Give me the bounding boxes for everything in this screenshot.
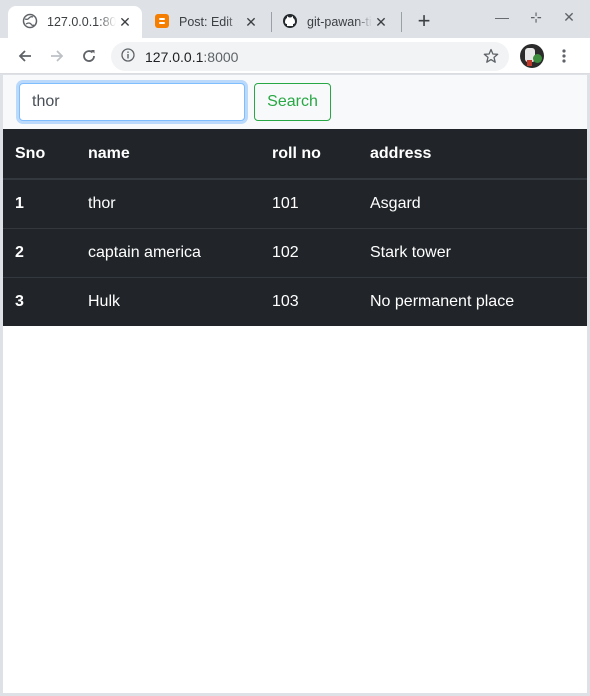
cell-name: captain america	[76, 227, 260, 277]
header-roll-no: roll no	[260, 129, 358, 180]
url-host: 127.0.0.1	[145, 48, 204, 65]
tab-title: git-pawan-tiwari	[307, 15, 372, 29]
cell-name: thor	[88, 194, 116, 212]
table-row: 2 captain america 102 Stark tower	[3, 227, 587, 277]
cell-roll-no: 102	[260, 227, 358, 277]
info-icon[interactable]	[121, 48, 135, 65]
reload-icon[interactable]	[76, 43, 102, 69]
url-text: 127.0.0.1:8000	[145, 49, 238, 65]
close-window-icon[interactable]: ✕	[558, 6, 580, 28]
close-tab-icon[interactable]: ✕	[116, 13, 134, 31]
browser-window: 127.0.0.1:8000 ✕ Post: Edit ✕ git-pawan-…	[0, 0, 590, 696]
tab-localhost[interactable]: 127.0.0.1:8000 ✕	[8, 6, 142, 38]
table-header-row: Sno name roll no address	[3, 129, 587, 180]
globe-icon	[22, 13, 38, 32]
header-sno: Sno	[3, 129, 76, 180]
tab-separator	[401, 12, 402, 32]
browser-toolbar: 127.0.0.1:8000	[0, 38, 590, 74]
header-address: address	[358, 129, 587, 180]
cell-sno: 1	[15, 194, 24, 212]
table-row: 3 Hulk 103 No permanent place	[3, 276, 587, 326]
profile-avatar[interactable]	[520, 44, 544, 68]
tab-github[interactable]: git-pawan-tiwari ✕	[274, 6, 398, 38]
tab-separator	[271, 12, 272, 32]
cell-address: Asgard	[370, 194, 421, 212]
maximize-icon[interactable]: ⊹	[525, 6, 547, 28]
back-arrow-icon[interactable]	[12, 43, 38, 69]
star-icon[interactable]	[483, 48, 499, 67]
forward-arrow-icon[interactable]	[44, 43, 70, 69]
cell-roll-no: 103	[260, 276, 358, 326]
blogger-icon	[154, 13, 170, 32]
header-name: name	[76, 129, 260, 180]
search-button[interactable]: Search	[254, 83, 331, 121]
page-viewport: Search Sno name roll no address 1 thor 1…	[3, 75, 587, 693]
cell-sno: 2	[3, 227, 76, 277]
minimize-icon[interactable]: —	[491, 6, 513, 28]
url-port: :8000	[203, 48, 239, 65]
cell-address: Stark tower	[358, 227, 587, 277]
menu-dots-icon[interactable]	[551, 43, 577, 69]
tab-title: 127.0.0.1:8000	[47, 15, 116, 29]
cell-name: Hulk	[76, 276, 260, 326]
close-tab-icon[interactable]: ✕	[242, 13, 260, 31]
tab-title: Post: Edit	[179, 15, 233, 29]
tab-post-edit[interactable]: Post: Edit ✕	[146, 6, 268, 38]
new-tab-icon[interactable]: +	[412, 8, 436, 33]
address-bar[interactable]: 127.0.0.1:8000	[111, 42, 509, 71]
students-table: Sno name roll no address 1 thor 101 Asga…	[3, 129, 587, 326]
search-input[interactable]	[19, 83, 245, 121]
tab-strip: 127.0.0.1:8000 ✕ Post: Edit ✕ git-pawan-…	[0, 0, 590, 38]
cell-sno: 3	[3, 276, 76, 326]
table-row: 1 thor 101 Asgard	[3, 179, 587, 228]
search-form: Search	[3, 75, 587, 129]
cell-address: No permanent place	[358, 276, 587, 326]
github-icon	[282, 13, 298, 32]
close-tab-icon[interactable]: ✕	[372, 13, 390, 31]
cell-roll-no: 101	[272, 194, 299, 212]
